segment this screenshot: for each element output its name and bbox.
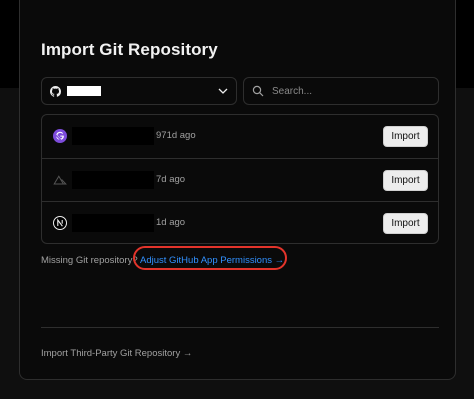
redacted-repo-name	[72, 214, 154, 232]
import-card: Import Git Repository 971d ago Import	[19, 0, 456, 380]
nextjs-icon	[53, 216, 67, 230]
list-item: 1d ago Import	[42, 201, 438, 243]
list-item: 7d ago Import	[42, 158, 438, 201]
import-button[interactable]: Import	[383, 170, 428, 191]
import-button[interactable]: Import	[383, 126, 428, 147]
import-button[interactable]: Import	[383, 213, 428, 234]
redacted-account-name	[67, 86, 101, 96]
git-account-select[interactable]	[41, 77, 237, 105]
search-input[interactable]	[272, 85, 422, 97]
repo-updated-age: 7d ago	[156, 174, 186, 185]
annotation-highlight-circle	[133, 246, 287, 270]
repo-updated-age: 1d ago	[156, 217, 186, 228]
redacted-repo-name	[72, 171, 154, 189]
missing-repo-text: Missing Git repository?	[41, 255, 138, 266]
divider	[41, 327, 439, 328]
chevron-down-icon	[218, 88, 228, 94]
search-icon	[252, 85, 264, 97]
github-icon	[50, 85, 61, 97]
nuxt-icon	[53, 175, 67, 185]
import-third-party-link[interactable]: Import Third-Party Git Repository →	[41, 348, 192, 359]
page-title: Import Git Repository	[41, 40, 218, 59]
repository-list: 971d ago Import 7d ago Import 1d ago Imp…	[41, 114, 439, 244]
redacted-repo-name	[72, 127, 154, 145]
search-field[interactable]	[243, 77, 439, 105]
gatsby-icon	[53, 129, 67, 143]
repo-updated-age: 971d ago	[156, 130, 196, 141]
list-item: 971d ago Import	[42, 115, 438, 158]
